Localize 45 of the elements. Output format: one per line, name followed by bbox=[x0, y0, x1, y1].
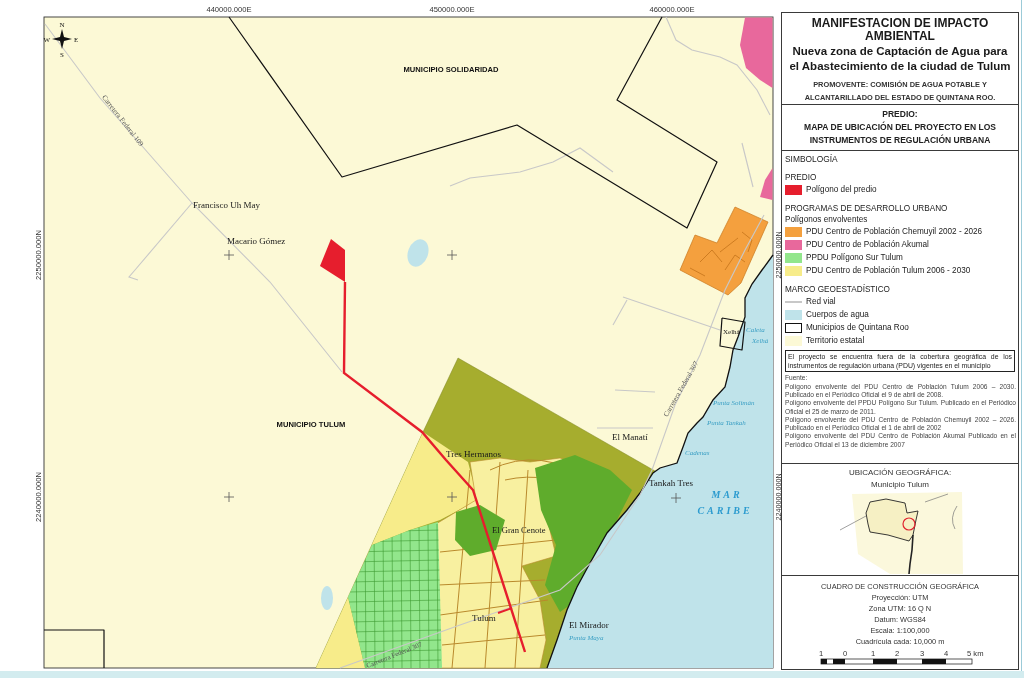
location-circle-icon bbox=[902, 517, 916, 531]
place-label: Tulum bbox=[472, 613, 496, 623]
place-label: El Mirador bbox=[569, 620, 609, 630]
location-subtitle: Municipio Tulum bbox=[871, 479, 929, 491]
section-heading: SIMBOLOGÍA bbox=[785, 153, 839, 166]
place-label: Tankah Tres bbox=[649, 478, 694, 488]
lake-shape bbox=[407, 239, 429, 267]
road-line bbox=[741, 142, 754, 188]
sea-label: MAR bbox=[711, 489, 743, 500]
compass-rose-icon bbox=[52, 29, 72, 49]
boundary-line bbox=[43, 629, 105, 669]
section-heading: UBICACIÓN GEOGRÁFICA: bbox=[848, 467, 952, 479]
legend-item-label: Territorio estatal bbox=[806, 335, 865, 347]
legend-item-label: PPDU Polígono Sur Tulum bbox=[806, 252, 903, 264]
plus-marker-icon bbox=[670, 492, 682, 504]
legend-item-label: PDU Centro de Población Akumal bbox=[806, 239, 929, 251]
section-heading: PREDIO: bbox=[881, 108, 919, 121]
predio-polygon bbox=[320, 239, 345, 282]
legend-group-subtitle: Polígonos envolventes bbox=[785, 214, 869, 226]
map-title: MAPA DE UBICACIÓN DEL PROYECTO EN LOS INSTRUMENTOS DE REGULACIÓN URBANA bbox=[803, 121, 997, 147]
legend-item-label: PDU Centro de Población Tulum 2006 - 2030 bbox=[806, 265, 971, 277]
lake-shape bbox=[321, 586, 333, 610]
legend-item-label: Cuerpos de agua bbox=[806, 309, 869, 321]
zone-polygon bbox=[740, 17, 773, 88]
legend-item-label: Municipios de Quintana Roo bbox=[806, 322, 909, 334]
place-label: Macario Gómez bbox=[227, 236, 286, 246]
legend-group-title: PREDIO bbox=[785, 172, 818, 184]
place-label: El Manatí bbox=[612, 432, 648, 442]
plus-marker-icon bbox=[223, 491, 235, 503]
legend-item-label: Polígono del predio bbox=[806, 184, 877, 196]
plus-marker-icon bbox=[223, 249, 235, 261]
sea-label: CARIBE bbox=[697, 505, 753, 516]
place-label: El Gran Cenote bbox=[492, 525, 546, 535]
legend-group-title: PROGRAMAS DE DESARROLLO URBANO bbox=[785, 203, 949, 215]
legend-title: MANIFESTACION DE IMPACTO AMBIENTAL bbox=[810, 17, 990, 43]
plus-marker-icon bbox=[446, 491, 458, 503]
place-label: Tres Hermanos bbox=[446, 449, 501, 459]
legend-subtitle: Nueva zona de Captación de Agua para el Abastecimiento de la ciudad de Tulum bbox=[788, 44, 1012, 74]
legend-item-label: Red vial bbox=[806, 296, 836, 308]
place-label: Francisco Uh May bbox=[193, 200, 260, 210]
plus-marker-icon bbox=[446, 249, 458, 261]
legend-group-title: MARCO GEOESTADÍSTICO bbox=[785, 284, 891, 296]
zone-polygon bbox=[760, 168, 773, 200]
boundary-line bbox=[719, 317, 746, 351]
legend-item-label: PDU Centro de Población Chemuyil 2002 - 2026 bbox=[806, 226, 983, 238]
